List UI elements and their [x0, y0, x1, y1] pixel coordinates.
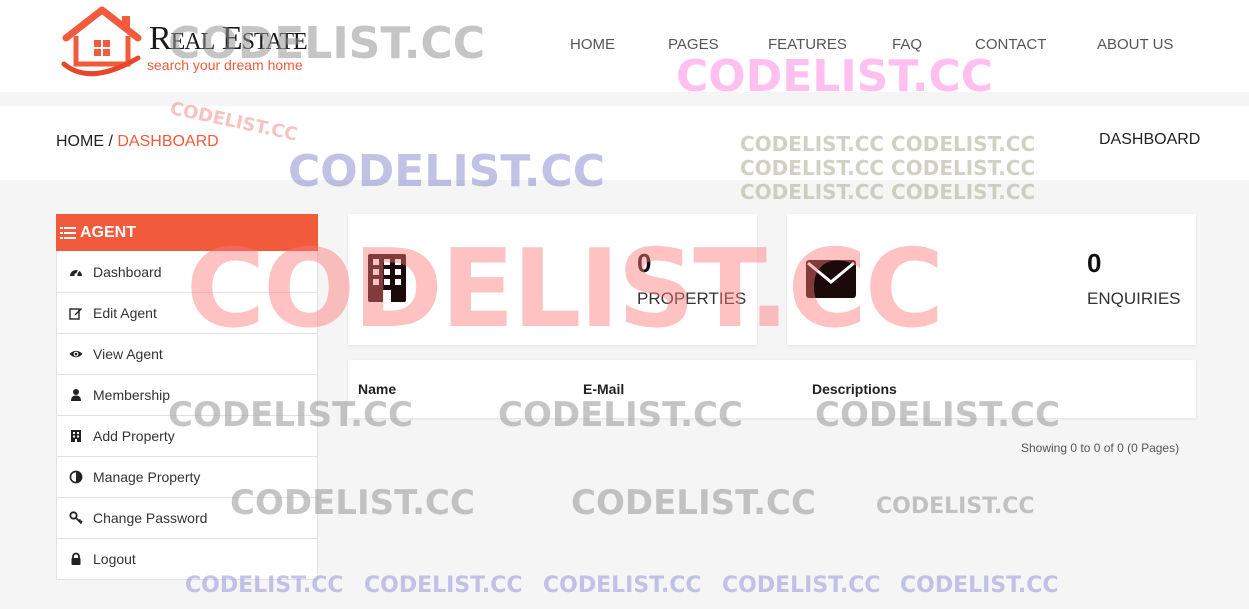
sidebar-item-view-agent[interactable]: View Agent [57, 333, 317, 374]
user-icon [69, 388, 83, 402]
nav-features[interactable]: FEATURES [768, 35, 847, 55]
header-divider [0, 92, 1249, 106]
properties-stat-card: 0 PROPERTIES [348, 214, 757, 345]
lock-icon [69, 552, 83, 566]
sidebar-menu: Dashboard Edit Agent View Agent Membersh… [56, 251, 318, 580]
edit-icon [69, 306, 83, 320]
enquiries-stat-card: 0 ENQUIRIES [787, 214, 1196, 345]
page-title: DASHBOARD [1099, 131, 1201, 148]
brand-tagline: search your dream home [147, 57, 303, 73]
list-icon [60, 226, 76, 239]
enquiries-table: Name E-Mail Descriptions [348, 360, 1196, 418]
properties-label: PROPERTIES [637, 289, 747, 308]
sidebar-item-label: Membership [93, 387, 171, 403]
sidebar-header: AGENT [56, 214, 318, 251]
watermark: CODELIST.CC [722, 573, 881, 598]
sidebar-item-label: Manage Property [93, 469, 201, 485]
main-nav: HOME PAGES FEATURES FAQ CONTACT ABOUT US [0, 35, 1249, 55]
envelope-icon [806, 260, 856, 298]
sidebar-item-dashboard[interactable]: Dashboard [57, 251, 317, 292]
agent-sidebar: AGENT Dashboard Edit Agent View Agent Me… [56, 214, 318, 580]
building-icon [368, 254, 406, 302]
sidebar-item-label: Change Password [93, 510, 208, 526]
eye-icon [69, 347, 83, 361]
breadcrumb-current: DASHBOARD [117, 133, 219, 150]
pagination-summary: Showing 0 to 0 of 0 (0 Pages) [1021, 441, 1180, 455]
breadcrumb-separator: / [108, 133, 113, 150]
sidebar-item-label: Dashboard [93, 263, 162, 280]
watermark: CODELIST.CC [543, 573, 702, 598]
watermark: CODELIST.CC [571, 483, 816, 523]
sidebar-item-label: Add Property [93, 428, 175, 444]
sidebar-item-change-password[interactable]: Change Password [57, 497, 317, 538]
enquiries-label: ENQUIRIES [1087, 289, 1181, 308]
contrast-icon [69, 470, 83, 484]
key-icon [69, 511, 83, 525]
nav-faq[interactable]: FAQ [892, 35, 922, 55]
breadcrumb-home-link[interactable]: HOME [56, 133, 104, 150]
watermark: CODELIST.CC [364, 573, 523, 598]
sidebar-header-label: AGENT [80, 224, 136, 241]
column-header-descriptions[interactable]: Descriptions [812, 381, 897, 397]
watermark: CODELIST.CC [900, 573, 1059, 598]
sidebar-item-label: Logout [93, 551, 136, 567]
sidebar-item-add-property[interactable]: Add Property [57, 415, 317, 456]
nav-pages[interactable]: PAGES [668, 35, 719, 55]
sidebar-item-label: Edit Agent [93, 305, 157, 321]
breadcrumb: HOME / DASHBOARD [56, 132, 219, 152]
watermark: CODELIST.CC CODELIST.CC [740, 180, 1036, 204]
sidebar-item-manage-property[interactable]: Manage Property [57, 456, 317, 497]
column-header-email[interactable]: E-Mail [583, 381, 624, 397]
nav-about-us[interactable]: ABOUT US [1097, 35, 1173, 55]
dashboard-icon [69, 265, 83, 279]
nav-home[interactable]: HOME [570, 35, 615, 55]
sidebar-item-membership[interactable]: Membership [57, 374, 317, 415]
watermark: CODELIST.CC [876, 494, 1035, 519]
sidebar-item-logout[interactable]: Logout [57, 538, 317, 579]
building-icon [69, 429, 83, 443]
nav-contact[interactable]: CONTACT [975, 35, 1046, 55]
sidebar-item-label: View Agent [93, 346, 163, 362]
breadcrumb-band: HOME / DASHBOARD DASHBOARD [0, 106, 1249, 180]
enquiries-count: 0 [1087, 248, 1102, 278]
sidebar-item-edit-agent[interactable]: Edit Agent [57, 292, 317, 333]
column-header-name[interactable]: Name [358, 381, 396, 397]
site-header: Real Estate search your dream home HOME … [0, 0, 1249, 92]
properties-count: 0 [637, 248, 652, 278]
